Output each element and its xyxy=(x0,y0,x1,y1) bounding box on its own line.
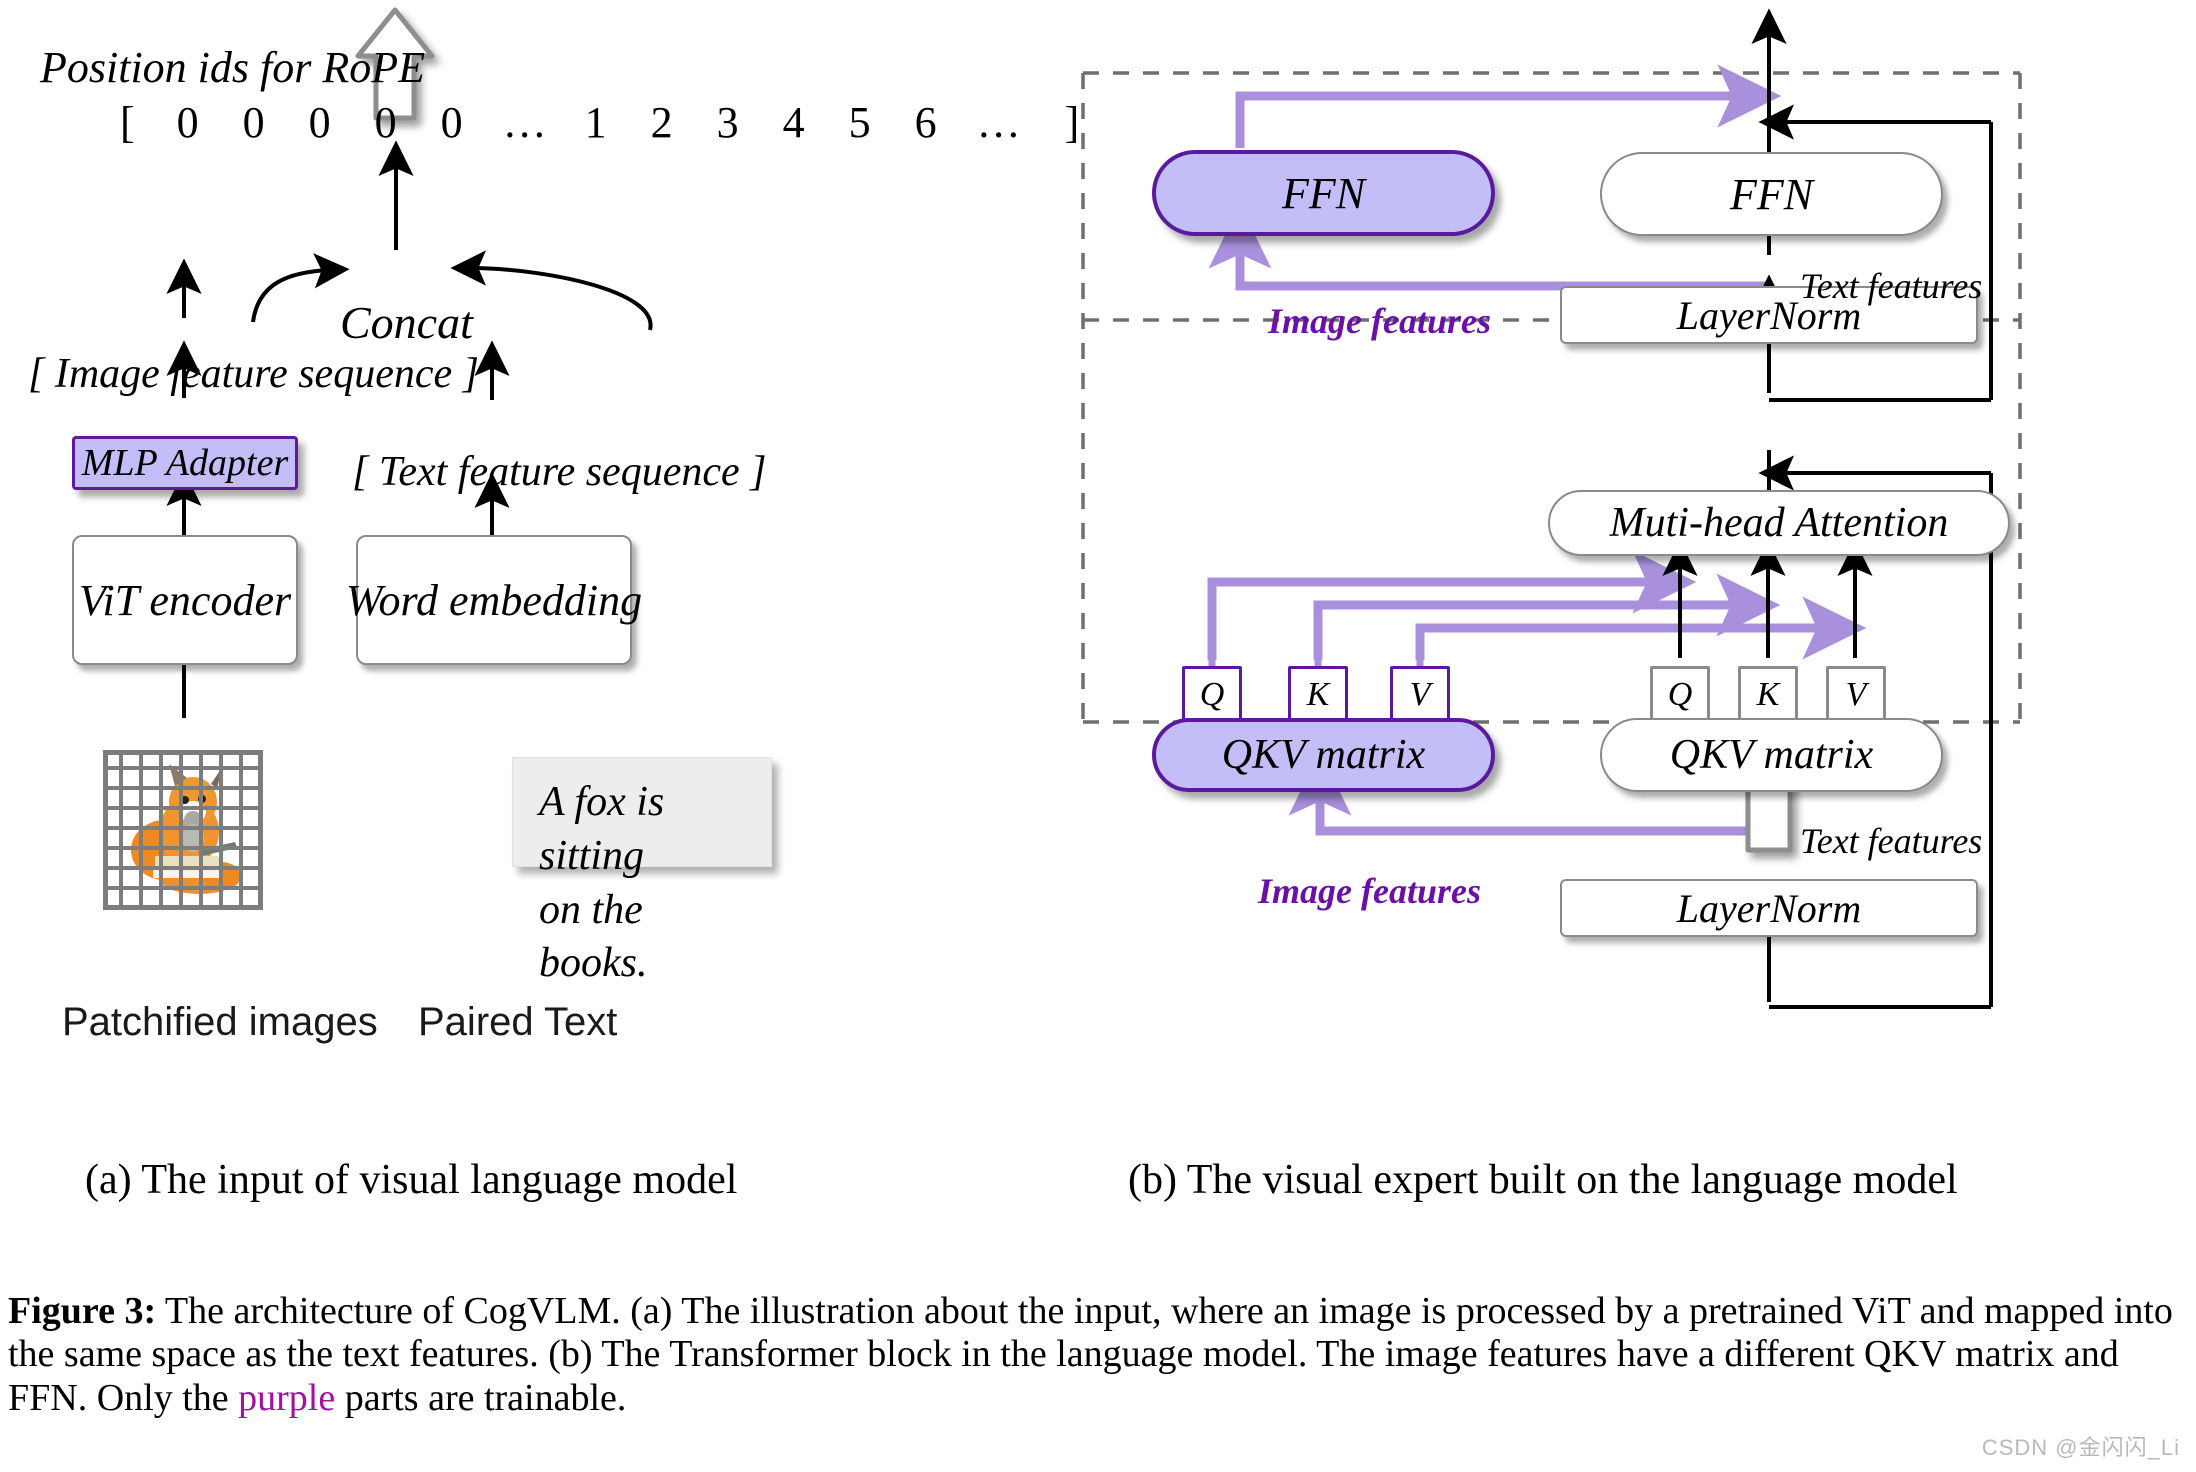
text-features-label-top: Text features xyxy=(1800,266,1983,306)
attention-box[interactable]: Muti-head Attention xyxy=(1548,490,2010,556)
image-feature-sequence-label: [ Image feature sequence ] xyxy=(28,351,479,397)
text-feature-sequence-label: [ Text feature sequence ] xyxy=(352,449,767,495)
figure-3-architecture: Position ids for RoPE [ 0 0 0 0 0 … 1 2 … xyxy=(0,0,2196,1472)
qkv-cell-image-k[interactable]: K xyxy=(1288,666,1348,724)
concat-label: Concat xyxy=(340,297,473,348)
posid-token: 0 xyxy=(176,98,199,147)
ffn-text-label: FFN xyxy=(1729,169,1814,219)
posid-token: 3 xyxy=(716,98,739,147)
vit-encoder-box[interactable]: ViT encoder xyxy=(72,535,298,665)
posid-token: 0 xyxy=(374,98,397,147)
image-features-label-top: Image features xyxy=(1268,301,1491,341)
vit-encoder-label: ViT encoder xyxy=(78,575,292,625)
qkv-image-k-label: K xyxy=(1306,676,1330,713)
position-ids-row: [ 0 0 0 0 0 … 1 2 3 4 5 6 … ] xyxy=(120,97,1079,148)
posid-token: 0 xyxy=(242,98,265,147)
posids-open-bracket: [ xyxy=(120,98,135,147)
qkv-cell-image-q[interactable]: Q xyxy=(1182,666,1242,724)
posid-ellipsis: … xyxy=(502,98,547,147)
paired-text-line-2: on the books. xyxy=(539,886,648,987)
ffn-image-label: FFN xyxy=(1281,168,1366,218)
attention-label: Muti-head Attention xyxy=(1609,500,1949,546)
patchified-image xyxy=(103,750,263,910)
caption-text-2: parts are trainable. xyxy=(335,1376,627,1419)
posid-token: 1 xyxy=(584,98,607,147)
qkv-matrix-text-label: QKV matrix xyxy=(1669,732,1874,778)
word-embedding-box[interactable]: Word embedding xyxy=(346,535,642,665)
paired-text-line-1: A fox is sitting xyxy=(539,779,665,879)
figure-caption: Figure 3: The architecture of CogVLM. (a… xyxy=(8,1290,2188,1420)
qkv-matrix-image-label: QKV matrix xyxy=(1221,732,1426,778)
paired-text-box: A fox is sitting on the books. xyxy=(512,757,772,986)
patch-grid-border xyxy=(103,750,263,910)
text-features-label-bottom: Text features xyxy=(1800,821,1983,861)
mlp-adapter-box[interactable]: MLP Adapter xyxy=(72,436,298,490)
paired-text-label: Paired Text xyxy=(418,1000,618,1044)
caption-purple-word: purple xyxy=(238,1376,336,1419)
ffn-text-box[interactable]: FFN xyxy=(1600,152,1943,236)
posid-token: 0 xyxy=(308,98,331,147)
figure-label: Figure 3: xyxy=(8,1290,157,1332)
qkv-cell-text-q[interactable]: Q xyxy=(1650,666,1710,724)
posid-token: 6 xyxy=(914,98,937,147)
posid-token: 5 xyxy=(848,98,871,147)
text-seq-to-concat-arrow xyxy=(450,250,653,331)
qkv-text-v-label: V xyxy=(1845,676,1867,713)
ffn-image-box[interactable]: FFN xyxy=(1152,150,1495,236)
qkv-text-q-label: Q xyxy=(1667,676,1693,713)
qkv-matrix-text-box[interactable]: QKV matrix xyxy=(1600,718,1943,792)
image-qkv-to-attention-purple-arrows xyxy=(1207,550,1867,660)
image-features-label-bottom: Image features xyxy=(1258,871,1481,911)
qkv-matrix-image-box[interactable]: QKV matrix xyxy=(1152,718,1495,792)
text-qkv-to-attention-arrows xyxy=(1662,540,1873,658)
qkv-cell-text-v[interactable]: V xyxy=(1826,666,1886,724)
layernorm-bottom-label: LayerNorm xyxy=(1676,885,1862,931)
layernorm-bottom-box[interactable]: LayerNorm xyxy=(1560,879,1978,937)
qkv-cell-text-k[interactable]: K xyxy=(1738,666,1798,724)
word-embedding-label: Word embedding xyxy=(345,575,643,625)
qkv-cell-image-v[interactable]: V xyxy=(1390,666,1450,724)
layernorm-to-ffn-image-purple-arrow xyxy=(1208,204,1769,291)
qkv-text-k-label: K xyxy=(1756,676,1780,713)
csdn-watermark: CSDN @金闪闪_Li xyxy=(1981,1435,2180,1460)
posid-ellipsis: … xyxy=(976,98,1021,147)
qkv-image-v-label: V xyxy=(1409,676,1431,713)
posid-token: 2 xyxy=(650,98,673,147)
patchified-images-label: Patchified images xyxy=(62,1000,378,1044)
mlp-adapter-label: MLP Adapter xyxy=(81,442,289,484)
ffn-image-output-purple-arrow xyxy=(1235,91,1248,148)
rope-label: Position ids for RoPE xyxy=(40,43,425,92)
qkv-image-q-label: Q xyxy=(1199,676,1225,713)
image-seq-to-concat-arrow xyxy=(251,253,350,323)
panel-b-subcaption: (b) The visual expert built on the langu… xyxy=(1128,1157,1958,1203)
posid-token: 0 xyxy=(440,98,463,147)
posid-token: 4 xyxy=(782,98,805,147)
posids-close-bracket: ] xyxy=(1064,98,1080,147)
panel-a-subcaption: (a) The input of visual language model xyxy=(85,1157,738,1203)
